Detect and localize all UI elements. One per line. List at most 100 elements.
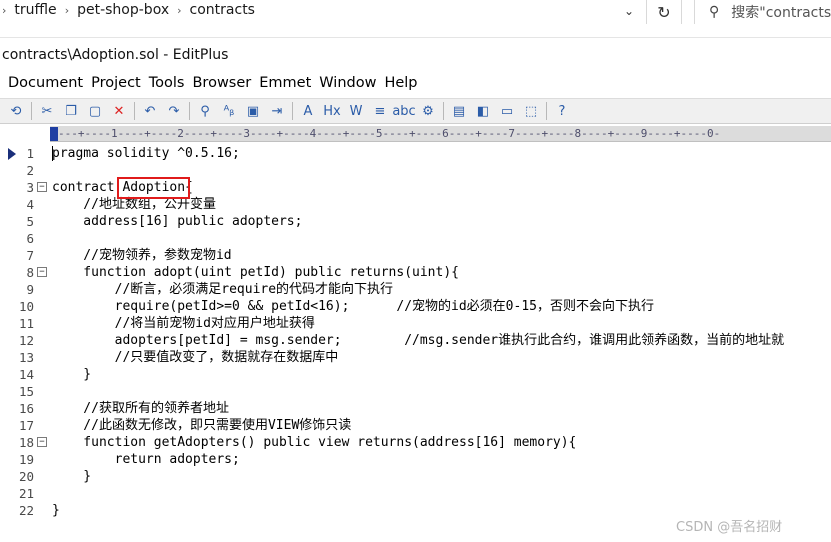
code-text: function getAdopters() public view retur…: [52, 435, 577, 450]
code-line[interactable]: 19 return adopters;: [0, 451, 831, 468]
line-number: 5: [26, 214, 34, 229]
window-title: contracts\Adoption.sol - EditPlus: [2, 47, 229, 63]
refresh-icon: ↻: [657, 2, 671, 22]
code-line[interactable]: 1 pragma solidity ^0.5.16;: [0, 145, 831, 162]
toolbar-separator: [189, 102, 190, 120]
line-number: 1: [26, 146, 34, 161]
menu-item-document[interactable]: Document: [0, 72, 87, 94]
text-caret: [52, 146, 53, 161]
output-window-icon[interactable]: ▭: [497, 101, 517, 121]
menu-item-project[interactable]: Project: [87, 72, 145, 94]
code-text: }: [52, 503, 60, 518]
line-number: 7: [26, 248, 34, 263]
code-line[interactable]: 12 adopters[petId] = msg.sender; //msg.s…: [0, 332, 831, 349]
breadcrumb-item-pet-shop-box[interactable]: pet-shop-box: [71, 2, 175, 18]
cut-icon[interactable]: ✂: [37, 101, 57, 121]
code-line[interactable]: 9 //断言，必须满足require的代码才能向下执行: [0, 281, 831, 298]
code-text: }: [52, 367, 92, 382]
spell-check-icon[interactable]: abc: [392, 101, 415, 121]
line-number: 10: [18, 299, 34, 314]
goto-line-icon[interactable]: ⇥: [267, 101, 287, 121]
menu-bar: Document Project Tools Browser Emmet Window He…: [0, 72, 831, 94]
menu-item-emmet[interactable]: Emmet: [255, 72, 315, 94]
line-number: 20: [18, 469, 34, 484]
code-line[interactable]: 15: [0, 383, 831, 400]
delete-icon[interactable]: ✕: [109, 101, 129, 121]
code-line[interactable]: 11 //将当前宠物id对应用户地址获得: [0, 315, 831, 332]
toolbar-separator: [292, 102, 293, 120]
code-line[interactable]: 5 address[16] public adopters;: [0, 213, 831, 230]
code-text: return adopters;: [52, 452, 240, 467]
code-line[interactable]: 14 }: [0, 366, 831, 383]
line-number: 8: [26, 265, 34, 280]
breadcrumb-item-truffle[interactable]: truffle: [8, 2, 62, 18]
word-wrap-icon[interactable]: W: [346, 101, 366, 121]
line-number-icon[interactable]: ≡: [370, 101, 390, 121]
line-number: 21: [18, 486, 34, 501]
fold-toggle-icon[interactable]: −: [37, 437, 47, 447]
code-line[interactable]: 21: [0, 485, 831, 502]
settings-gear-icon[interactable]: ⚙: [418, 101, 438, 121]
paste-icon[interactable]: ▢: [85, 101, 105, 121]
code-line[interactable]: 18− function getAdopters() public view r…: [0, 434, 831, 451]
menu-item-help[interactable]: Help: [380, 72, 421, 94]
code-text: pragma solidity ^0.5.16;: [52, 146, 240, 161]
code-line[interactable]: 6: [0, 230, 831, 247]
tile-icon[interactable]: ⬚: [521, 101, 541, 121]
sync-icon[interactable]: ⟲: [6, 101, 26, 121]
line-number: 6: [26, 231, 34, 246]
code-text: function adopt(uint petId) public return…: [52, 265, 459, 280]
line-number: 19: [18, 452, 34, 467]
toolbar-separator: [31, 102, 32, 120]
code-text: //只要值改变了，数据就存在数据库中: [52, 350, 339, 365]
redo-icon[interactable]: ↷: [164, 101, 184, 121]
code-line[interactable]: 20 }: [0, 468, 831, 485]
line-number: 15: [18, 384, 34, 399]
fold-toggle-icon[interactable]: −: [37, 267, 47, 277]
code-line[interactable]: 13 //只要值改变了，数据就存在数据库中: [0, 349, 831, 366]
replace-icon[interactable]: ᴬᵦ: [219, 101, 239, 121]
ruler-cursor-mark: [50, 127, 58, 141]
code-text: //此函数无修改，即只需要使用VIEW修饰只读: [52, 418, 352, 433]
search-icon: ⚲: [709, 4, 720, 20]
line-number: 13: [18, 350, 34, 365]
view-browser-icon[interactable]: ▤: [449, 101, 469, 121]
breadcrumb-item-contracts[interactable]: contracts: [184, 2, 261, 18]
refresh-button[interactable]: ↻: [646, 0, 682, 24]
copy-icon[interactable]: ❐: [61, 101, 81, 121]
code-line[interactable]: 17 //此函数无修改，即只需要使用VIEW修饰只读: [0, 417, 831, 434]
split-window-icon[interactable]: ◧: [473, 101, 493, 121]
toolbar: ⟲ ✂ ❐ ▢ ✕ ↶ ↷ ⚲ ᴬᵦ ▣ ⇥ A Hx W ≡ abc ⚙ ▤ ◧ ▭ ⬚?: [0, 98, 831, 124]
code-line[interactable]: 10 require(petId>=0 && petId<16); //宠物的i…: [0, 298, 831, 315]
menu-item-window[interactable]: Window: [315, 72, 380, 94]
find-in-files-icon[interactable]: ▣: [243, 101, 263, 121]
code-text: //断言，必须满足require的代码才能向下执行: [52, 282, 394, 297]
code-line[interactable]: 16 //获取所有的领养者地址: [0, 400, 831, 417]
fold-toggle-icon[interactable]: −: [37, 182, 47, 192]
code-line[interactable]: 8− function adopt(uint petId) public ret…: [0, 264, 831, 281]
menu-item-browser[interactable]: Browser: [188, 72, 255, 94]
ruler-text: ---+----1----+----2----+----3----+----4-…: [58, 127, 721, 140]
menu-item-tools[interactable]: Tools: [145, 72, 189, 94]
code-text: //获取所有的领养者地址: [52, 401, 229, 416]
help-icon[interactable]: ?: [552, 101, 572, 121]
line-number: 14: [18, 367, 34, 382]
find-icon[interactable]: ⚲: [195, 101, 215, 121]
line-number: 2: [26, 163, 34, 178]
font-icon[interactable]: A: [298, 101, 318, 121]
line-number: 16: [18, 401, 34, 416]
line-number: 22: [18, 503, 34, 518]
code-text: address[16] public adopters;: [52, 214, 303, 229]
address-dropdown-icon[interactable]: ⌄: [616, 0, 642, 22]
search-input[interactable]: ⚲ 搜索"contracts": [694, 0, 831, 24]
breadcrumb-separator-icon[interactable]: ›: [0, 4, 8, 17]
breadcrumb-separator-icon[interactable]: ›: [63, 4, 71, 17]
code-text: require(petId>=0 && petId<16); //宠物的id必须…: [52, 299, 654, 314]
breadcrumb: › truffle › pet-shop-box › contracts: [0, 0, 261, 20]
code-line[interactable]: 7 //宠物领养，参数宠物id: [0, 247, 831, 264]
breadcrumb-separator-icon[interactable]: ›: [175, 4, 183, 17]
undo-icon[interactable]: ↶: [140, 101, 160, 121]
hex-icon[interactable]: Hx: [322, 101, 342, 121]
line-number: 18: [18, 435, 34, 450]
code-text: }: [52, 469, 92, 484]
